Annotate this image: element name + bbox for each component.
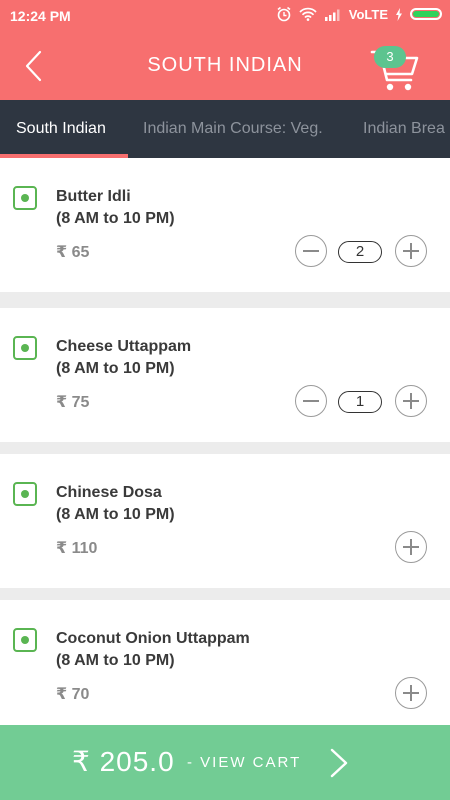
status-icons: VoLTE: [276, 6, 442, 22]
minus-circle-icon: [303, 250, 319, 252]
minus-circle-icon: [303, 400, 319, 402]
decrease-quantity-button[interactable]: [295, 385, 327, 417]
veg-mark-icon: [13, 336, 37, 360]
quantity-value: 2: [338, 241, 382, 263]
item-name: Butter Idli: [56, 188, 131, 205]
status-bar: 12:24 PM VoLTE: [0, 0, 450, 32]
tab-indian-main-course-veg[interactable]: Indian Main Course: Veg.: [143, 120, 323, 138]
view-cart-label: - VIEW CART: [187, 754, 302, 771]
item-price: ₹ 75: [56, 394, 90, 411]
item-hours: (8 AM to 10 PM): [56, 506, 175, 523]
add-item-button[interactable]: [395, 531, 427, 563]
item-price: ₹ 110: [56, 540, 98, 557]
decrease-quantity-button[interactable]: [295, 235, 327, 267]
add-item-button[interactable]: [395, 677, 427, 709]
cart-total: ₹ 205.0: [72, 746, 175, 777]
signal-icon: [324, 9, 340, 21]
menu-item-card: Chinese Dosa (8 AM to 10 PM) ₹ 110: [0, 454, 450, 588]
item-name: Coconut Onion Uttappam: [56, 630, 250, 647]
menu-item-card: Butter Idli (8 AM to 10 PM) ₹ 65 2: [0, 158, 450, 292]
item-hours: (8 AM to 10 PM): [56, 210, 175, 227]
app-bar: SOUTH INDIAN 3: [0, 32, 450, 100]
alarm-icon: [277, 6, 291, 22]
cart-button[interactable]: 3: [370, 40, 426, 94]
category-tabs: South Indian Indian Main Course: Veg. In…: [0, 100, 450, 158]
battery-icon: [410, 8, 442, 20]
veg-mark-icon: [13, 628, 37, 652]
increase-quantity-button[interactable]: [395, 235, 427, 267]
menu-item-card: Coconut Onion Uttappam (8 AM to 10 PM) ₹…: [0, 600, 450, 734]
status-time: 12:24 PM: [10, 8, 71, 24]
increase-quantity-button[interactable]: [395, 385, 427, 417]
quantity-value: 1: [338, 391, 382, 413]
chevron-right-icon: [330, 748, 348, 778]
item-name: Chinese Dosa: [56, 484, 162, 501]
item-hours: (8 AM to 10 PM): [56, 360, 175, 377]
item-price: ₹ 70: [56, 686, 90, 703]
item-price: ₹ 65: [56, 244, 90, 261]
item-hours: (8 AM to 10 PM): [56, 652, 175, 669]
item-name: Cheese Uttappam: [56, 338, 192, 355]
veg-mark-icon: [13, 186, 37, 210]
charging-icon: [396, 7, 402, 21]
cart-count-badge: 3: [374, 46, 406, 68]
veg-mark-icon: [13, 482, 37, 506]
wifi-icon: [299, 7, 317, 21]
view-cart-bar[interactable]: ₹ 205.0 - VIEW CART: [0, 725, 450, 800]
menu-item-card: Cheese Uttappam (8 AM to 10 PM) ₹ 75 1: [0, 308, 450, 442]
tab-south-indian[interactable]: South Indian: [16, 120, 106, 138]
tab-indian-breads[interactable]: Indian Brea: [363, 120, 445, 138]
network-type: VoLTE: [348, 6, 388, 22]
